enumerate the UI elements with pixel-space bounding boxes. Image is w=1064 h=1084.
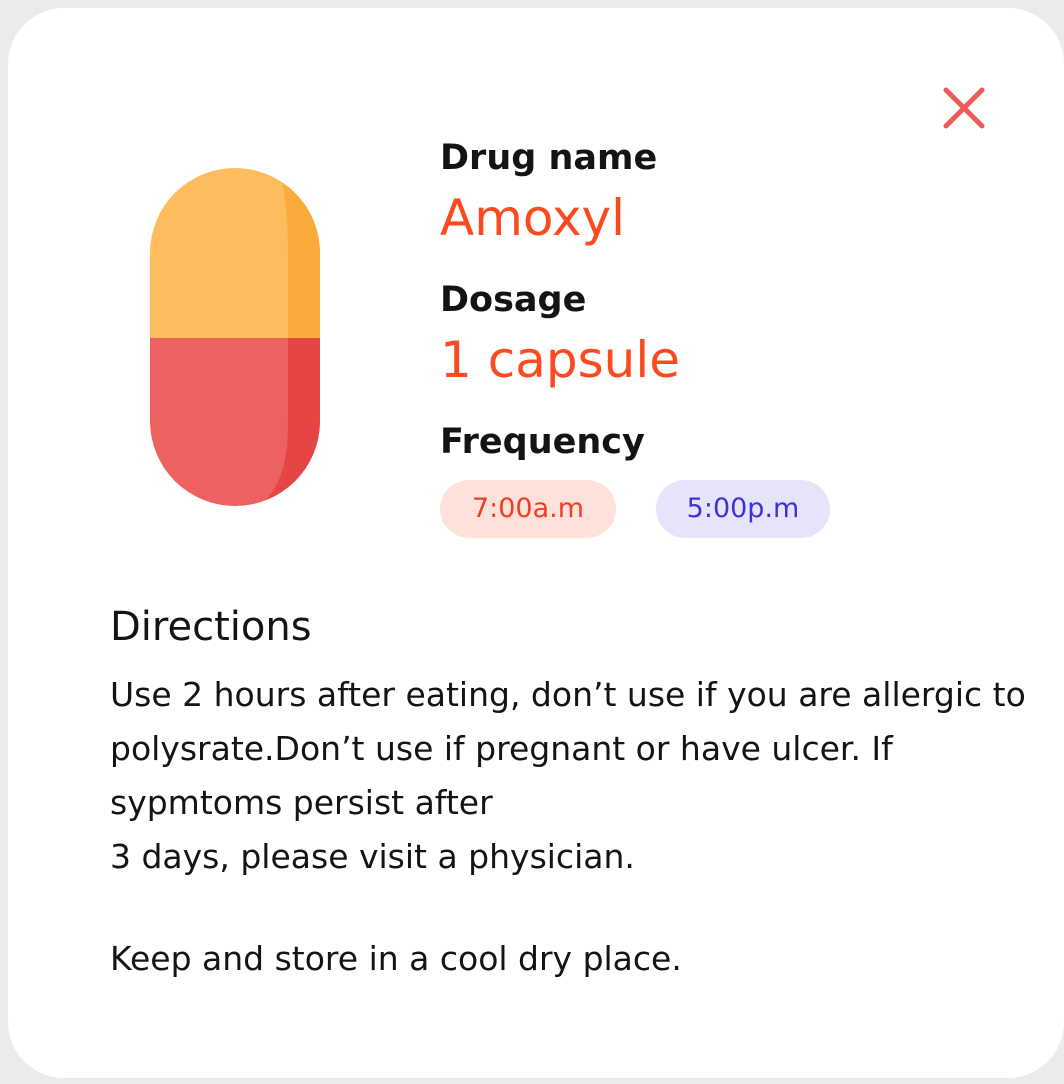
directions-text: Use 2 hours after eating, don’t use if y…	[110, 675, 1026, 876]
directions-section: Directions Use 2 hours after eating, don…	[110, 602, 1050, 986]
close-button[interactable]	[934, 78, 994, 138]
time-chip-morning[interactable]: 7:00a.m	[440, 480, 616, 538]
close-icon[interactable]	[934, 78, 994, 138]
time-chip-evening[interactable]: 5:00p.m	[656, 480, 830, 538]
storage-note: Keep and store in a cool dry place.	[110, 939, 682, 978]
drug-name-value: Amoxyl	[440, 189, 626, 247]
drug-detail-card: Drug name Amoxyl Dosage 1 capsule Freque…	[8, 8, 1064, 1078]
capsule-icon	[150, 168, 320, 506]
dosage-label: Dosage	[440, 280, 587, 320]
drug-name-label: Drug name	[440, 138, 658, 178]
frequency-label: Frequency	[440, 422, 645, 462]
frequency-times: 7:00a.m 5:00p.m	[440, 480, 830, 538]
directions-title: Directions	[110, 604, 312, 650]
dosage-value: 1 capsule	[440, 331, 680, 389]
